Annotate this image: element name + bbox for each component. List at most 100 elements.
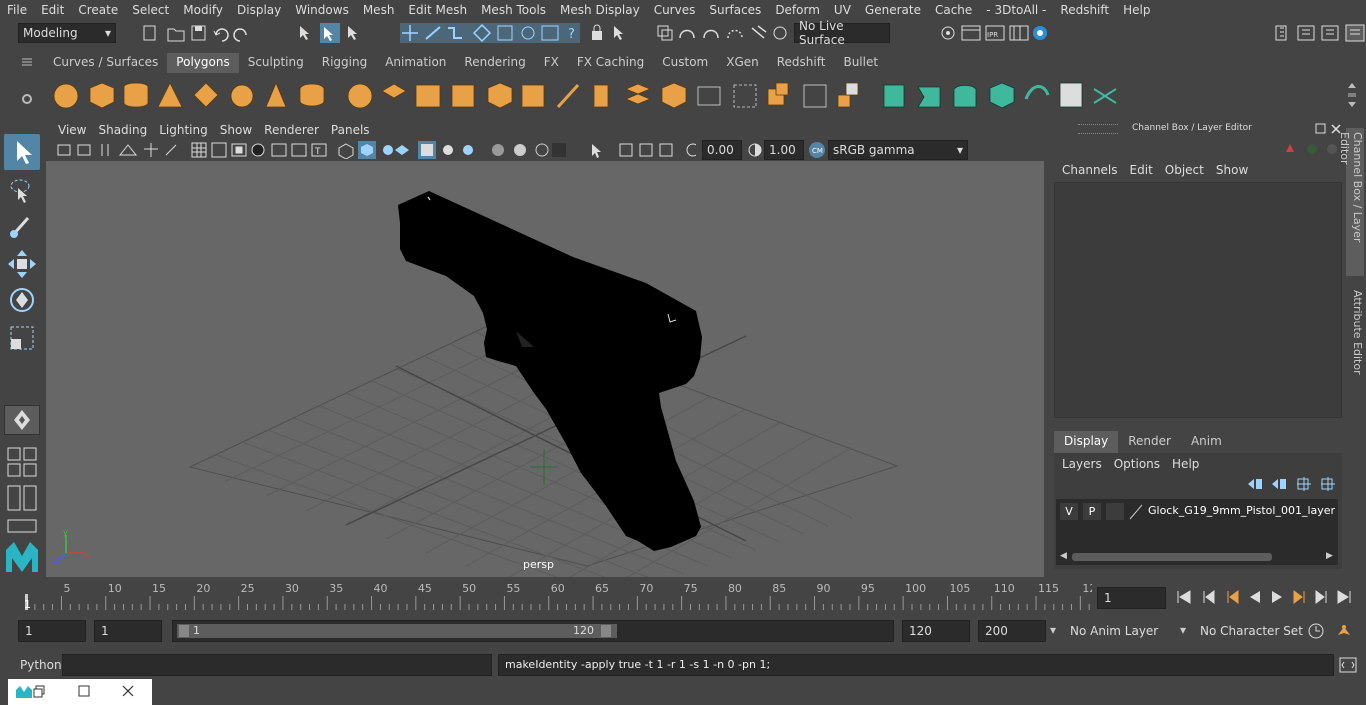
playback-end-field[interactable]: 120 [902, 620, 970, 642]
viewport-menu-renderer[interactable]: Renderer [258, 123, 325, 137]
cb-menu-channels[interactable]: Channels [1056, 163, 1124, 177]
color-management-icon[interactable]: CM [808, 141, 826, 159]
tab-fx[interactable]: FX [535, 53, 568, 73]
menu-cache[interactable]: Cache [928, 3, 979, 17]
scroll-left-icon[interactable]: ◀ [1060, 551, 1067, 561]
viewport-menu-shading[interactable]: Shading [92, 123, 153, 137]
layer-visibility-toggle[interactable]: V [1060, 503, 1078, 520]
playback-start-field[interactable]: 1 [94, 620, 162, 642]
menu-help[interactable]: Help [1116, 3, 1157, 17]
character-set-selector[interactable]: No Character Set [1200, 624, 1303, 638]
snap-icons[interactable] [654, 22, 790, 44]
scroll-right-icon[interactable]: ▶ [1326, 551, 1333, 561]
tab-render[interactable]: Render [1118, 431, 1181, 453]
color-space-selector[interactable]: sRGB gamma ▾ [828, 140, 968, 160]
menu-deform[interactable]: Deform [768, 3, 827, 17]
rotate-tool-icon[interactable] [6, 284, 38, 316]
near-clip-field[interactable]: 0.00 [702, 140, 742, 160]
current-frame-field[interactable]: 1 [1097, 587, 1166, 609]
tab-curves-surfaces[interactable]: Curves / Surfaces [44, 53, 167, 73]
scene-end-field[interactable]: 200 [978, 620, 1046, 642]
menu-curves[interactable]: Curves [647, 3, 703, 17]
selection-mode-icons[interactable] [296, 22, 366, 44]
tab-redshift[interactable]: Redshift [768, 53, 835, 73]
command-language-label[interactable]: Python [20, 658, 62, 672]
scale-tool-icon[interactable] [6, 322, 38, 354]
menu-surfaces[interactable]: Surfaces [702, 3, 768, 17]
menu-edit-mesh[interactable]: Edit Mesh [401, 3, 474, 17]
tab-bullet[interactable]: Bullet [834, 53, 887, 73]
scene-start-field[interactable]: 1 [18, 620, 86, 642]
menu-display[interactable]: Display [230, 3, 288, 17]
tab-sculpting[interactable]: Sculpting [239, 53, 313, 73]
menu-generate[interactable]: Generate [858, 3, 928, 17]
menu-mesh-tools[interactable]: Mesh Tools [474, 3, 553, 17]
layer-menu-options[interactable]: Options [1108, 457, 1166, 471]
menu-redshift[interactable]: Redshift [1053, 3, 1116, 17]
menu-3dtoall[interactable]: - 3DtoAll - [979, 3, 1053, 17]
viewport-toolbar-icons[interactable]: T [56, 141, 696, 159]
time-ruler[interactable]: 5 10 15 20 25 30 35 40 45 50 55 60 65 70 75 80 85 90 95 100… [18, 580, 1096, 612]
command-input[interactable] [62, 654, 492, 676]
live-surface-field[interactable]: No Live Surface [794, 19, 890, 47]
tab-fx-caching[interactable]: FX Caching [568, 53, 653, 73]
layout-single-view-icon[interactable] [6, 518, 38, 534]
menu-mesh[interactable]: Mesh [356, 3, 402, 17]
tab-anim[interactable]: Anim [1181, 431, 1232, 453]
time-slider[interactable]: 5 10 15 20 25 30 35 40 45 50 55 60 65 70 75 80 85 90 95 100… [18, 580, 1096, 612]
chevron-down-icon[interactable]: ▾ [1180, 623, 1186, 637]
viewport-menu-lighting[interactable]: Lighting [153, 123, 214, 137]
lasso-tool-icon[interactable] [6, 174, 38, 206]
render-icons[interactable]: IPR [936, 22, 1052, 44]
polygon-tools-icons[interactable] [48, 79, 1148, 113]
maximize-icon[interactable] [78, 685, 92, 699]
channel-box-toggle-icons[interactable] [1284, 140, 1344, 158]
tab-display[interactable]: Display [1054, 431, 1119, 453]
shelf-gear-icon[interactable] [20, 92, 34, 106]
minimized-window[interactable] [8, 679, 152, 705]
range-handle-left[interactable] [179, 625, 189, 637]
range-handle-right[interactable] [601, 625, 611, 637]
script-editor-icon[interactable] [1338, 656, 1358, 674]
restore-icon[interactable] [14, 684, 48, 700]
menu-select[interactable]: Select [125, 3, 176, 17]
menu-create[interactable]: Create [71, 3, 125, 17]
layer-row[interactable]: V P Glock_G19_9mm_Pistol_001_layer [1058, 502, 1336, 522]
select-tool[interactable] [4, 134, 40, 170]
layer-playback-toggle[interactable]: P [1083, 503, 1101, 520]
menu-windows[interactable]: Windows [288, 3, 356, 17]
viewport-menu-panels[interactable]: Panels [325, 123, 376, 137]
range-slider[interactable]: 1 120 [172, 620, 894, 642]
range-slider-handle[interactable]: 1 120 [177, 624, 617, 638]
viewport-scene[interactable] [46, 161, 1044, 577]
tab-animation[interactable]: Animation [376, 53, 455, 73]
layer-menu-layers[interactable]: Layers [1056, 457, 1108, 471]
viewport-menu-show[interactable]: Show [214, 123, 258, 137]
layout-two-view-icon[interactable] [6, 484, 38, 512]
cb-menu-show[interactable]: Show [1210, 163, 1254, 177]
viewport-persp[interactable]: persp x y z [46, 161, 1044, 577]
file-icons[interactable] [140, 23, 250, 43]
last-tool[interactable] [4, 405, 40, 435]
layer-list-scrollbar[interactable]: ◀ ▶ [1058, 551, 1336, 563]
layer-display-type-toggle[interactable] [1106, 503, 1124, 520]
cb-menu-edit[interactable]: Edit [1124, 163, 1159, 177]
layer-action-icons[interactable] [1244, 475, 1340, 493]
cb-menu-object[interactable]: Object [1159, 163, 1210, 177]
menu-modify[interactable]: Modify [176, 3, 230, 17]
chevron-down-icon[interactable]: ▾ [1050, 623, 1056, 637]
selection-mask-icons[interactable]: ? [400, 22, 636, 44]
mode-selector[interactable]: Modeling ▾ [18, 23, 116, 43]
layer-name[interactable]: Glock_G19_9mm_Pistol_001_layer [1148, 504, 1335, 517]
panel-drag-handle[interactable] [1078, 124, 1118, 134]
menu-mesh-display[interactable]: Mesh Display [553, 3, 647, 17]
layer-scroll-thumb[interactable] [1072, 553, 1272, 561]
layer-color-icon[interactable] [1128, 503, 1144, 521]
tab-xgen[interactable]: XGen [717, 53, 768, 73]
menu-uv[interactable]: UV [827, 3, 858, 17]
menu-file[interactable]: File [0, 3, 34, 17]
viewport-menu-view[interactable]: View [52, 123, 92, 137]
tab-rendering[interactable]: Rendering [455, 53, 534, 73]
workspace-icons[interactable] [1270, 22, 1366, 44]
paint-tool-icon[interactable] [6, 210, 38, 242]
